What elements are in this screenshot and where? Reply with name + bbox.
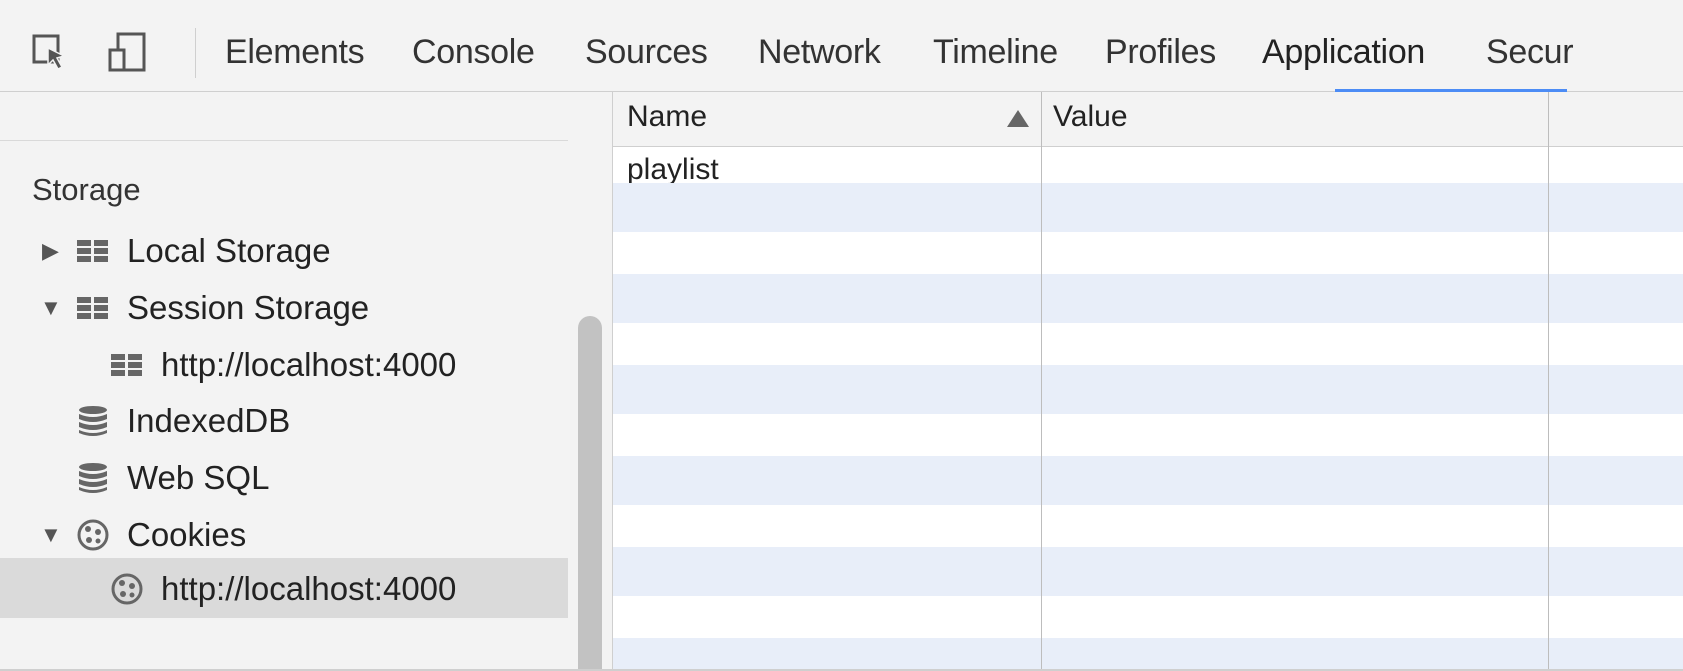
- grid-icon: [77, 240, 108, 262]
- tab-security[interactable]: Secur: [1486, 28, 1574, 76]
- grid-icon: [77, 297, 108, 319]
- device-mode-icon[interactable]: [108, 30, 148, 72]
- cell-name: playlist: [627, 153, 719, 186]
- sidebar-item-web-sql[interactable]: Web SQL: [0, 447, 568, 507]
- sidebar-item-label: Web SQL: [127, 459, 270, 496]
- table-header: Name Value: [613, 92, 1683, 147]
- cookie-icon: [77, 519, 109, 551]
- cookies-table: Name Value playlist: [612, 92, 1683, 671]
- sidebar-item-label: http://localhost:4000: [161, 570, 457, 607]
- grid-icon: [111, 354, 142, 376]
- sidebar-item-label: http://localhost:4000: [161, 346, 457, 383]
- storage-section-title: Storage: [32, 172, 141, 207]
- sort-ascending-icon[interactable]: [1005, 107, 1031, 129]
- tab-profiles[interactable]: Profiles: [1105, 28, 1216, 76]
- inspect-element-icon[interactable]: [30, 30, 70, 72]
- table-row-empty: [613, 638, 1683, 671]
- sidebar-item-indexeddb[interactable]: IndexedDB: [0, 390, 568, 450]
- collapse-arrow-icon[interactable]: ▼: [40, 522, 62, 548]
- table-row-empty: [613, 365, 1683, 414]
- table-row-empty: [613, 274, 1683, 323]
- table-row-empty: [613, 183, 1683, 232]
- sidebar-item-cookies-localhost[interactable]: http://localhost:4000: [0, 558, 568, 618]
- tab-application[interactable]: Application: [1262, 28, 1425, 76]
- sidebar-item-session-storage[interactable]: ▼ Session Storage: [0, 277, 568, 337]
- tab-console[interactable]: Console: [412, 28, 535, 76]
- sidebar-item-cookies[interactable]: ▼ Cookies: [0, 504, 568, 564]
- column-header-value[interactable]: Value: [1053, 100, 1128, 134]
- column-resizer[interactable]: [1041, 92, 1042, 671]
- application-sidebar: Storage ▶ Local Storage ▼ Session Storag…: [0, 92, 568, 671]
- column-resizer[interactable]: [1548, 92, 1549, 671]
- sidebar-item-label: Local Storage: [127, 232, 331, 269]
- section-divider: [0, 140, 568, 141]
- tab-elements[interactable]: Elements: [225, 28, 365, 76]
- table-row-empty: [613, 547, 1683, 596]
- tab-sources[interactable]: Sources: [585, 28, 708, 76]
- sidebar-item-label: Cookies: [127, 516, 247, 553]
- sidebar-item-label: IndexedDB: [127, 402, 291, 439]
- devtools-toolbar: Elements Console Sources Network Timelin…: [0, 0, 1683, 93]
- toolbar-separator: [195, 28, 196, 78]
- tab-network[interactable]: Network: [758, 28, 881, 76]
- column-header-name[interactable]: Name: [627, 100, 707, 134]
- collapse-arrow-icon[interactable]: ▼: [40, 295, 62, 321]
- table-row-empty: [613, 456, 1683, 505]
- expand-arrow-icon[interactable]: ▶: [42, 238, 59, 264]
- tab-timeline[interactable]: Timeline: [933, 28, 1058, 76]
- sidebar-item-local-storage[interactable]: ▶ Local Storage: [0, 220, 568, 280]
- database-icon: [79, 463, 107, 493]
- sidebar-scrollbar-thumb[interactable]: [578, 316, 602, 671]
- sidebar-item-session-localhost[interactable]: http://localhost:4000: [0, 334, 568, 394]
- cookie-icon: [111, 573, 143, 605]
- sidebar-item-label: Session Storage: [127, 289, 370, 326]
- database-icon: [79, 406, 107, 436]
